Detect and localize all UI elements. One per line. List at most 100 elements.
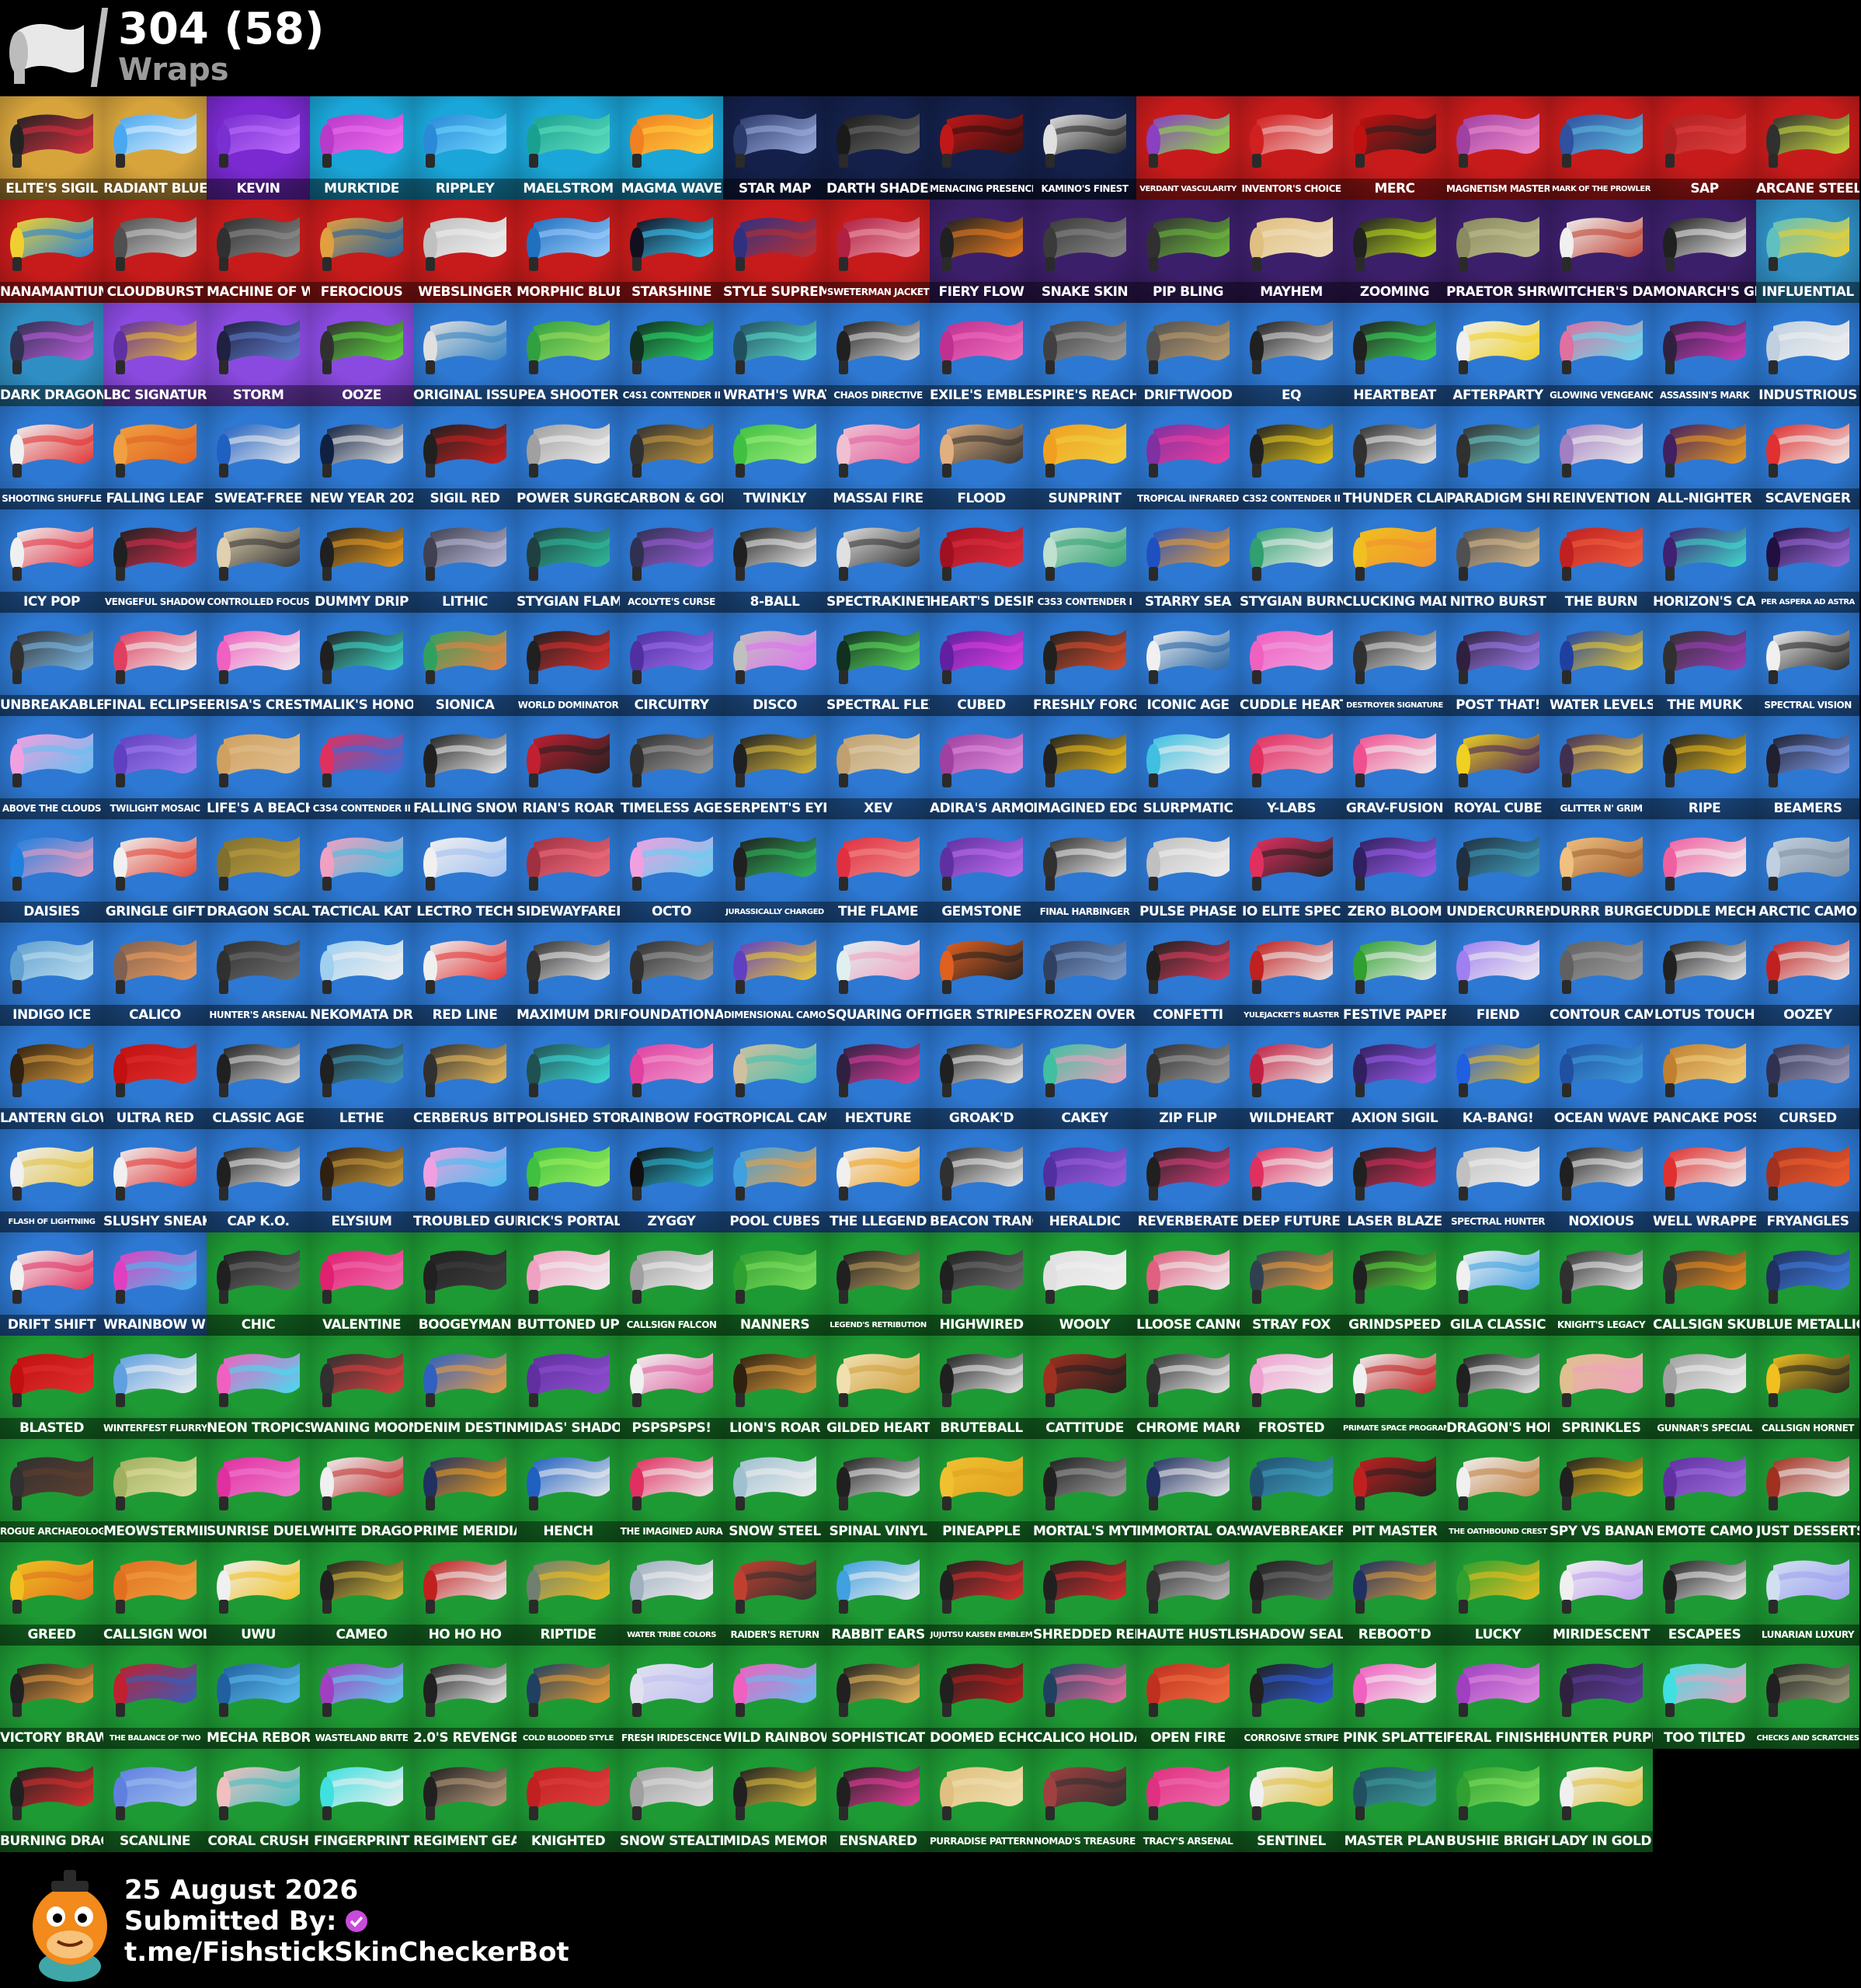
wrap-tile[interactable]: CURSED — [1756, 1026, 1859, 1129]
wrap-tile[interactable]: MALIK'S HONOR — [310, 613, 413, 716]
wrap-tile[interactable]: ENSNARED — [826, 1749, 930, 1852]
wrap-tile[interactable]: SLUSHY SNEAK — [103, 1129, 207, 1232]
wrap-tile[interactable]: THE MURK — [1653, 613, 1756, 716]
wrap-tile[interactable]: CLASSIC AGE — [207, 1026, 310, 1129]
wrap-tile[interactable]: NOMAD'S TREASURE — [1033, 1749, 1136, 1852]
wrap-tile[interactable]: ACOLYTE'S CURSE — [620, 509, 723, 613]
wrap-tile[interactable]: VERDANT VASCULARITY — [1136, 96, 1240, 200]
wrap-tile[interactable]: SQUARING OFF — [826, 923, 930, 1026]
wrap-tile[interactable]: HEART'S DESIRE — [930, 509, 1033, 613]
wrap-tile[interactable]: GRINDSPEED — [1343, 1232, 1446, 1336]
wrap-tile[interactable]: SNOW STEEL — [723, 1439, 826, 1542]
wrap-tile[interactable]: PIP BLING — [1136, 200, 1240, 303]
wrap-tile[interactable]: STARSHINE — [620, 200, 723, 303]
wrap-tile[interactable]: ZIP FLIP — [1136, 1026, 1240, 1129]
wrap-tile[interactable]: CIRCUITRY — [620, 613, 723, 716]
wrap-tile[interactable]: SPECTRAL VISION — [1756, 613, 1859, 716]
wrap-tile[interactable]: SPINAL VINYL — [826, 1439, 930, 1542]
wrap-tile[interactable]: PSPSPSPS! — [620, 1336, 723, 1439]
wrap-tile[interactable]: THE IMAGINED AURA — [620, 1439, 723, 1542]
wrap-tile[interactable]: SCAVENGER — [1756, 406, 1859, 509]
wrap-tile[interactable]: THUNDER CLAP — [1343, 406, 1446, 509]
wrap-tile[interactable]: BRUTEBALL — [930, 1336, 1033, 1439]
wrap-tile[interactable]: TRACY'S ARSENAL — [1136, 1749, 1240, 1852]
wrap-tile[interactable]: LECTRO TECH — [413, 819, 517, 923]
wrap-tile[interactable]: STARRY SEA — [1136, 509, 1240, 613]
wrap-tile[interactable]: FIERY FLOW — [930, 200, 1033, 303]
wrap-tile[interactable]: CUDDLE HEARTS — [1240, 613, 1343, 716]
wrap-tile[interactable]: PINEAPPLE — [930, 1439, 1033, 1542]
wrap-tile[interactable]: WATER LEVELS — [1550, 613, 1653, 716]
wrap-tile[interactable]: SUNRISE DUEL — [207, 1439, 310, 1542]
wrap-tile[interactable]: CONTOUR CAMO — [1550, 923, 1653, 1026]
wrap-tile[interactable]: CALLSIGN WOLF — [103, 1542, 207, 1646]
wrap-tile[interactable]: JUJUTSU KAISEN EMBLEM — [930, 1542, 1033, 1646]
wrap-tile[interactable]: PINK SPLATTER — [1343, 1646, 1446, 1749]
wrap-tile[interactable]: KNIGHT'S LEGACY — [1550, 1232, 1653, 1336]
wrap-tile[interactable]: VENGEFUL SHADOW — [103, 509, 207, 613]
wrap-tile[interactable]: THE FLAME — [826, 819, 930, 923]
wrap-tile[interactable]: BLUE METALLIC — [1756, 1232, 1859, 1336]
wrap-tile[interactable]: SPECTRAL HUNTER — [1446, 1129, 1550, 1232]
wrap-tile[interactable]: UNBREAKABLE — [0, 613, 103, 716]
wrap-tile[interactable]: SNOW STEALTH — [620, 1749, 723, 1852]
wrap-tile[interactable]: CORAL CRUSH — [207, 1749, 310, 1852]
wrap-tile[interactable]: BEAMERS — [1756, 716, 1859, 819]
wrap-tile[interactable]: SPIRE'S REACH — [1033, 303, 1136, 406]
wrap-tile[interactable]: ELYSIUM — [310, 1129, 413, 1232]
wrap-tile[interactable]: PIT MASTER — [1343, 1439, 1446, 1542]
wrap-tile[interactable]: BUTTONED UP — [517, 1232, 620, 1336]
wrap-tile[interactable]: 8-BALL — [723, 509, 826, 613]
wrap-tile[interactable]: TROUBLED GUM — [413, 1129, 517, 1232]
wrap-tile[interactable]: MASSAI FIRE — [826, 406, 930, 509]
wrap-tile[interactable]: FALLING SNOW — [413, 716, 517, 819]
wrap-tile[interactable]: REBOOT'D — [1343, 1542, 1446, 1646]
wrap-tile[interactable]: LANTERN GLOW — [0, 1026, 103, 1129]
wrap-tile[interactable]: HEXTURE — [826, 1026, 930, 1129]
wrap-tile[interactable]: WILDHEART — [1240, 1026, 1343, 1129]
wrap-tile[interactable]: OOZEY — [1756, 923, 1859, 1026]
wrap-tile[interactable]: MORPHIC BLUE — [517, 200, 620, 303]
wrap-tile[interactable]: VICTORY BRAWL — [0, 1646, 103, 1749]
wrap-tile[interactable]: ZERO BLOOM — [1343, 819, 1446, 923]
wrap-tile[interactable]: C3S2 CONTENDER II — [1240, 406, 1343, 509]
wrap-tile[interactable]: ERISA'S CREST — [207, 613, 310, 716]
wrap-tile[interactable]: WAVEBREAKER — [1240, 1439, 1343, 1542]
wrap-tile[interactable]: 2.0'S REVENGE — [413, 1646, 517, 1749]
wrap-tile[interactable]: NEKOMATA DRIP — [310, 923, 413, 1026]
wrap-tile[interactable]: DARTH SHADER — [826, 96, 930, 200]
wrap-tile[interactable]: SWETERMAN JACKET — [826, 200, 930, 303]
wrap-tile[interactable]: STRAY FOX — [1240, 1232, 1343, 1336]
wrap-tile[interactable]: GLOWING VENGEANCE — [1550, 303, 1653, 406]
wrap-tile[interactable]: TIMELESS AGE — [620, 716, 723, 819]
wrap-tile[interactable]: CALLSIGN SKULL — [1653, 1232, 1756, 1336]
wrap-tile[interactable]: RIPE — [1653, 716, 1756, 819]
wrap-tile[interactable]: LASER BLAZE — [1343, 1129, 1446, 1232]
wrap-tile[interactable]: CALLSIGN FALCON — [620, 1232, 723, 1336]
wrap-tile[interactable]: HUNTER'S ARSENAL — [207, 923, 310, 1026]
wrap-tile[interactable]: WEBSLINGER — [413, 200, 517, 303]
wrap-tile[interactable]: GRINGLE GIFT — [103, 819, 207, 923]
wrap-tile[interactable]: CAMEO — [310, 1542, 413, 1646]
wrap-tile[interactable]: HO HO HO — [413, 1542, 517, 1646]
wrap-tile[interactable]: INDUSTRIOUS — [1756, 303, 1859, 406]
wrap-tile[interactable]: SENTINEL — [1240, 1749, 1343, 1852]
wrap-tile[interactable]: OOZE — [310, 303, 413, 406]
wrap-tile[interactable]: IO ELITE SPEC — [1240, 819, 1343, 923]
wrap-tile[interactable]: BLASTED — [0, 1336, 103, 1439]
wrap-tile[interactable]: IMAGINED EDGE — [1033, 716, 1136, 819]
wrap-tile[interactable]: GUNNAR'S SPECIAL — [1653, 1336, 1756, 1439]
wrap-tile[interactable]: JUST DESSERTS — [1756, 1439, 1859, 1542]
wrap-tile[interactable]: DAISIES — [0, 819, 103, 923]
wrap-tile[interactable]: UWU — [207, 1542, 310, 1646]
wrap-tile[interactable]: C4S1 CONTENDER II — [620, 303, 723, 406]
wrap-tile[interactable]: FLASH OF LIGHTNING — [0, 1129, 103, 1232]
wrap-tile[interactable]: BURNING DRAGON — [0, 1749, 103, 1852]
wrap-tile[interactable]: PULSE PHASE — [1136, 819, 1240, 923]
wrap-tile[interactable]: SHADOW SEAL — [1240, 1542, 1343, 1646]
wrap-tile[interactable]: SIGIL RED — [413, 406, 517, 509]
wrap-tile[interactable]: LADY IN GOLD — [1550, 1749, 1653, 1852]
wrap-tile[interactable]: CERBERUS BITE — [413, 1026, 517, 1129]
wrap-tile[interactable]: FOUNDATIONAL — [620, 923, 723, 1026]
wrap-tile[interactable]: MAYHEM — [1240, 200, 1343, 303]
